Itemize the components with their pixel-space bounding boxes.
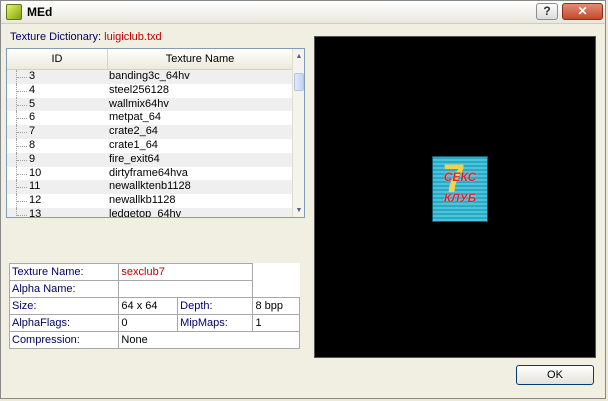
- help-button[interactable]: ?: [536, 3, 558, 20]
- ok-button[interactable]: OK: [516, 365, 594, 385]
- texture-list[interactable]: ID Texture Name 3 banding3c_64hv 4 steel256…: [6, 48, 305, 218]
- row-id: 3: [29, 70, 36, 82]
- texture-name-value: sexclub7: [118, 263, 254, 281]
- row-texture-name: dirtyframe64hva: [109, 166, 188, 179]
- table-row[interactable]: 5 wallmix64hv: [7, 97, 292, 112]
- row-id: 4: [29, 83, 36, 96]
- table-row[interactable]: 12 newallkb1128: [7, 194, 292, 208]
- table-row[interactable]: 11 newallktenb1128: [7, 180, 292, 195]
- title-bar[interactable]: MEd ? ✕: [1, 1, 605, 24]
- depth-label: Depth:: [177, 297, 254, 315]
- row-texture-name: ledgetop_64hv: [109, 207, 182, 218]
- alphaflags-value: 0: [118, 314, 179, 332]
- row-texture-name: crate2_64: [109, 125, 158, 138]
- size-value: 64 x 64: [118, 297, 179, 315]
- compression-value: None: [118, 331, 300, 349]
- table-row[interactable]: 10 dirtyframe64hva: [7, 166, 292, 181]
- vertical-scrollbar[interactable]: ▲ ▼: [292, 49, 304, 217]
- texture-image-text-line2: КЛУБ: [443, 191, 477, 205]
- texture-image-text-line1: СЕКС: [443, 170, 477, 184]
- alphaflags-label: AlphaFlags:: [8, 314, 120, 332]
- row-texture-name: metpat_64: [109, 111, 161, 124]
- column-header-id[interactable]: ID: [7, 49, 108, 69]
- table-row[interactable]: 3 banding3c_64hv: [7, 70, 292, 84]
- scroll-up-arrow-icon[interactable]: ▲: [293, 51, 304, 63]
- row-texture-name: wallmix64hv: [109, 97, 169, 110]
- texture-dictionary-caption: Texture Dictionary:: [10, 31, 105, 43]
- column-header-texture-name[interactable]: Texture Name: [108, 49, 292, 69]
- row-id: 10: [29, 166, 42, 179]
- row-texture-name: banding3c_64hv: [109, 70, 190, 82]
- table-row[interactable]: 8 crate1_64: [7, 138, 292, 153]
- mipmaps-label: MipMaps:: [177, 314, 254, 332]
- table-row[interactable]: 6 metpat_64: [7, 111, 292, 126]
- table-row[interactable]: 4 steel256128: [7, 83, 292, 98]
- row-id: 6: [29, 111, 36, 124]
- row-texture-name: newallkb1128: [109, 194, 176, 207]
- mipmaps-value: 1: [252, 314, 300, 332]
- med-window: MEd ? ✕ Texture Dictionary: luigiclub.tx…: [0, 0, 606, 399]
- row-id: 8: [29, 138, 36, 151]
- texture-dictionary-value: luigiclub.txd: [104, 31, 162, 43]
- row-id: 5: [29, 97, 36, 110]
- table-row[interactable]: 13 ledgetop_64hv: [7, 207, 292, 218]
- alpha-name-value: [118, 280, 254, 298]
- texture-name-label: Texture Name:: [8, 263, 120, 281]
- scroll-thumb[interactable]: [294, 73, 304, 91]
- table-row[interactable]: 9 fire_exit64: [7, 152, 292, 167]
- scroll-down-arrow-icon[interactable]: ▼: [293, 205, 304, 217]
- row-id: 11: [29, 180, 41, 193]
- row-id: 9: [29, 152, 36, 165]
- compression-label: Compression:: [8, 331, 120, 349]
- row-texture-name: crate1_64: [109, 138, 158, 151]
- size-label: Size:: [8, 297, 120, 315]
- row-id: 12: [29, 194, 42, 207]
- texture-properties-table: Texture Name: sexclub7 Alpha Name: Size:…: [8, 263, 300, 349]
- row-texture-name: steel256128: [109, 83, 169, 96]
- list-header: ID Texture Name: [7, 49, 292, 70]
- texture-dictionary-label: Texture Dictionary: luigiclub.txd: [10, 31, 162, 43]
- table-row[interactable]: 7 crate2_64: [7, 125, 292, 139]
- list-rows: 3 banding3c_64hv 4 steel256128 5 wallmix64hv 6…: [7, 70, 292, 218]
- row-id: 7: [29, 125, 36, 138]
- texture-image: 7 СЕКС КЛУБ: [432, 156, 488, 222]
- texture-preview: 7 СЕКС КЛУБ: [314, 36, 596, 358]
- row-id: 13: [29, 207, 42, 218]
- row-texture-name: newallktenb1128: [109, 180, 191, 193]
- alpha-name-label: Alpha Name:: [8, 280, 120, 298]
- close-button[interactable]: ✕: [562, 3, 603, 20]
- depth-value: 8 bpp: [252, 297, 300, 315]
- app-icon: [6, 4, 22, 20]
- window-title: MEd: [27, 5, 53, 19]
- row-texture-name: fire_exit64: [109, 152, 160, 165]
